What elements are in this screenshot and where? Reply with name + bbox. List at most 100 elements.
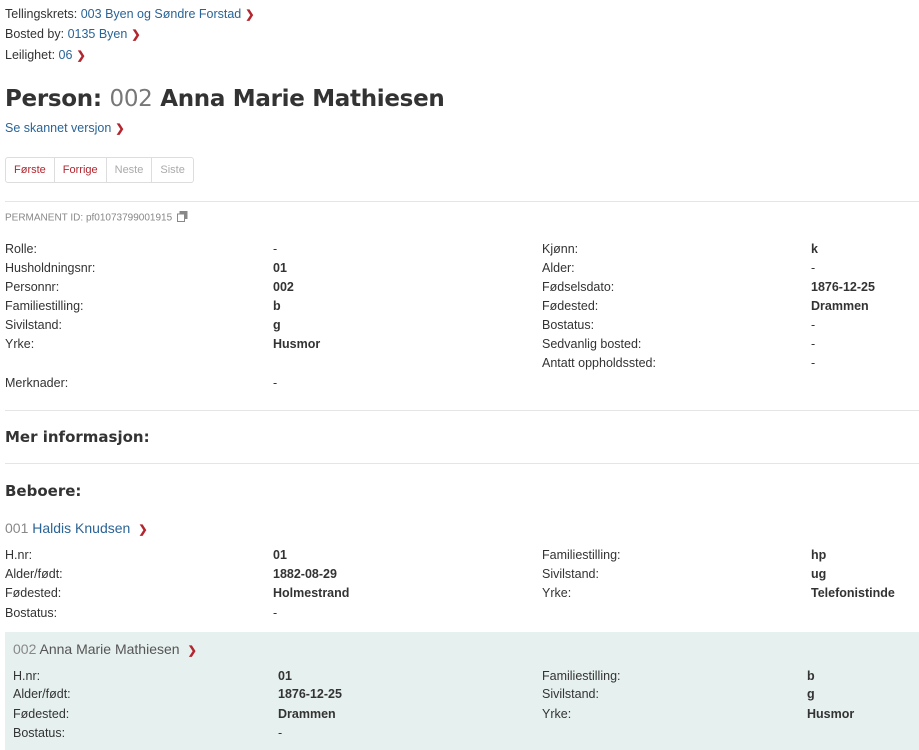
resident-label: Fødested: xyxy=(13,707,70,721)
title-person-number: 002 xyxy=(109,86,153,112)
divider xyxy=(5,463,919,464)
pager-first-button[interactable]: Første xyxy=(6,158,55,182)
resident-value: - xyxy=(278,726,283,740)
detail-label: Sivilstand: xyxy=(5,318,62,332)
detail-husholdningsnr: Husholdningsnr: xyxy=(5,259,95,278)
resident-link[interactable]: Haldis Knudsen xyxy=(32,520,130,536)
resident-value: b xyxy=(807,669,815,683)
divider xyxy=(5,410,919,411)
detail-value: Husmor xyxy=(273,337,321,351)
detail-familiestilling: Familiestilling: xyxy=(5,297,84,316)
pager-last-button: Siste xyxy=(160,164,185,176)
resident-label: Bostatus: xyxy=(5,606,58,620)
detail-value: Drammen xyxy=(811,299,869,313)
resident-label: Alder/født: xyxy=(5,567,63,581)
resident-value: hp xyxy=(811,548,827,562)
resident-label: Sivilstand: xyxy=(542,687,599,701)
more-info-heading[interactable]: Mer informasjon: xyxy=(5,428,150,446)
scan-link-wrap: Se skannet versjon ❯ xyxy=(5,121,125,135)
chevron-right-icon: ❯ xyxy=(187,645,197,657)
detail-rolle: Rolle: xyxy=(5,240,37,259)
breadcrumb-label: Leilighet: xyxy=(5,48,56,62)
title-prefix: Person: xyxy=(5,86,102,112)
chevron-right-icon: ❯ xyxy=(115,123,125,135)
resident-label: Sivilstand: xyxy=(542,567,599,581)
scan-link[interactable]: Se skannet versjon xyxy=(5,121,111,135)
resident-label: Fødested: xyxy=(5,586,62,600)
detail-label: Rolle: xyxy=(5,242,37,256)
detail-value: - xyxy=(811,261,816,275)
detail-label: Fødselsdato: xyxy=(542,280,615,294)
resident-value: Telefonistinde xyxy=(811,586,895,600)
resident-value: Drammen xyxy=(278,707,336,721)
pager-previous-button[interactable]: Forrige xyxy=(55,158,107,182)
merknader-label: Merknader: xyxy=(5,376,69,390)
resident-header: 001 Haldis Knudsen ❯ xyxy=(5,520,148,536)
detail-label: Fødested: xyxy=(542,299,599,313)
pager: Første Forrige Neste Siste xyxy=(5,157,194,183)
detail-label: Husholdningsnr: xyxy=(5,261,96,275)
detail-value: k xyxy=(811,242,818,256)
breadcrumb-link-leilighet[interactable]: 06 xyxy=(59,48,73,62)
resident-value: 01 xyxy=(278,669,292,683)
resident-label: Familiestilling: xyxy=(542,669,621,683)
resident-value: - xyxy=(273,606,278,620)
pager-next-button: Neste xyxy=(107,158,153,182)
residents-heading: Beboere: xyxy=(5,482,82,500)
resident-value: 1876-12-25 xyxy=(278,687,342,701)
breadcrumb-bosted: Bosted by: 0135 Byen ❯ xyxy=(5,26,141,43)
breadcrumb-tellingskrets: Tellingskrets: 003 Byen og Søndre Forsta… xyxy=(5,6,254,23)
detail-value: g xyxy=(273,318,281,332)
detail-label: Alder: xyxy=(542,261,575,275)
title-person-name: Anna Marie Mathiesen xyxy=(160,86,445,112)
detail-label: Antatt oppholdssted: xyxy=(542,356,656,370)
resident-label: Familiestilling: xyxy=(542,548,621,562)
page-title: Person: 002 Anna Marie Mathiesen xyxy=(5,86,445,112)
resident-value: 01 xyxy=(273,548,287,562)
detail-value: 01 xyxy=(273,261,287,275)
chevron-right-icon: ❯ xyxy=(131,29,141,41)
breadcrumb-link-tellingskrets[interactable]: 003 Byen og Søndre Forstad xyxy=(81,7,242,21)
breadcrumb-label: Bosted by: xyxy=(5,27,65,41)
detail-yrke: Yrke: xyxy=(5,335,34,354)
detail-label: Personnr: xyxy=(5,280,60,294)
resident-value: Holmestrand xyxy=(273,586,350,600)
permanent-id-text: PERMANENT ID: pf01073799001915 xyxy=(5,212,173,224)
detail-value: 002 xyxy=(273,280,294,294)
resident-label: Yrke: xyxy=(542,707,572,721)
breadcrumb-link-bosted[interactable]: 0135 Byen xyxy=(68,27,128,41)
resident-value: 1882-08-29 xyxy=(273,567,337,581)
resident-label: Bostatus: xyxy=(13,726,66,740)
detail-sivilstand: Sivilstand: xyxy=(5,316,62,335)
detail-value: - xyxy=(273,242,278,256)
copy-icon[interactable] xyxy=(176,211,188,225)
resident-label: Yrke: xyxy=(542,586,572,600)
chevron-right-icon: ❯ xyxy=(76,50,86,62)
chevron-right-icon: ❯ xyxy=(245,9,255,21)
resident-label: H.nr: xyxy=(13,669,41,683)
breadcrumb-leilighet: Leilighet: 06 ❯ xyxy=(5,47,86,64)
detail-label: Familiestilling: xyxy=(5,299,84,313)
divider xyxy=(5,201,919,202)
resident-name: Anna Marie Mathiesen xyxy=(39,641,180,657)
merknader-value: - xyxy=(273,376,278,390)
detail-value: b xyxy=(273,299,281,313)
resident-number: 001 xyxy=(5,520,29,536)
detail-label: Bostatus: xyxy=(542,318,595,332)
resident-label: Alder/født: xyxy=(13,687,71,701)
detail-label: Sedvanlig bosted: xyxy=(542,337,642,351)
detail-personnr: Personnr: xyxy=(5,278,59,297)
breadcrumb-label: Tellingskrets: xyxy=(5,7,78,21)
resident-number: 002 xyxy=(13,641,37,657)
resident-label: H.nr: xyxy=(5,548,33,562)
detail-value: - xyxy=(811,337,816,351)
detail-label: Kjønn: xyxy=(542,242,579,256)
detail-value: - xyxy=(811,318,816,332)
detail-value: 1876-12-25 xyxy=(811,280,875,294)
chevron-right-icon: ❯ xyxy=(138,524,148,536)
resident-value: g xyxy=(807,687,815,701)
resident-header: 002 Anna Marie Mathiesen ❯ xyxy=(13,641,197,657)
detail-value: - xyxy=(811,356,816,370)
resident-value: ug xyxy=(811,567,827,581)
resident-value: Husmor xyxy=(807,707,855,721)
